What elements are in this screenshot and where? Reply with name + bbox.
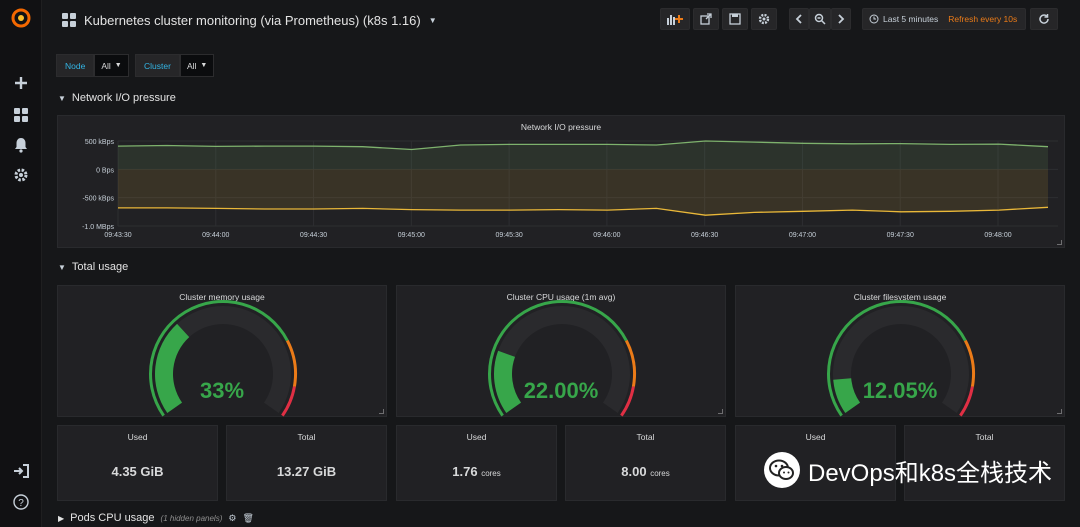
variable-cluster-label: Cluster bbox=[135, 54, 180, 77]
wechat-logo-icon bbox=[764, 452, 800, 488]
variable-node-select[interactable]: All ▼ bbox=[94, 54, 129, 77]
trash-icon[interactable]: 🗑 bbox=[242, 513, 253, 524]
row-total-usage[interactable]: ▼ Total usage bbox=[58, 261, 128, 273]
network-chart[interactable]: 500 kBps 0 Bps -500 kBps -1.0 MBps09:43:30 0… bbox=[58, 116, 1064, 247]
add-panel-button[interactable] bbox=[660, 8, 690, 30]
dashboards-icon bbox=[62, 13, 76, 27]
dashboard-title-text: Kubernetes cluster monitoring (via Prome… bbox=[84, 12, 421, 28]
watermark: DevOps和k8s全栈技术 bbox=[764, 452, 1052, 488]
save-button[interactable] bbox=[722, 8, 748, 30]
variable-cluster-select[interactable]: All ▼ bbox=[179, 54, 215, 77]
x-tick-label: 09:48:00 bbox=[984, 232, 1011, 239]
caret-down-icon: ▼ bbox=[114, 62, 122, 69]
cpu-total-stat: Total 8.00 cores bbox=[565, 425, 726, 501]
chevron-right-icon: ▶ bbox=[58, 513, 65, 523]
grafana-logo-icon[interactable] bbox=[11, 8, 31, 28]
stat-label[interactable]: Total bbox=[566, 432, 725, 442]
caret-down-icon: ▼ bbox=[200, 62, 208, 69]
x-tick-label: 09:47:30 bbox=[887, 232, 914, 239]
svg-text:?: ? bbox=[18, 498, 24, 509]
gear-icon[interactable] bbox=[11, 165, 31, 185]
chevron-down-icon: ▼ bbox=[58, 93, 66, 103]
memory-gauge-panel: Cluster memory usage 33% bbox=[57, 285, 387, 417]
x-tick-label: 09:45:30 bbox=[495, 232, 522, 239]
x-tick-label: 09:47:00 bbox=[789, 232, 816, 239]
stat-value: 4.35 GiB bbox=[111, 464, 164, 479]
stat-value: 13.27 GiB bbox=[276, 464, 337, 479]
time-range-label: Last 5 minutes bbox=[883, 14, 939, 24]
chevron-down-icon: ▼ bbox=[58, 262, 66, 272]
y-tick-label: 0 Bps bbox=[96, 167, 114, 174]
resize-handle[interactable] bbox=[1057, 240, 1062, 245]
x-tick-label: 09:44:30 bbox=[300, 232, 327, 239]
memory-gauge-value: 33% bbox=[199, 378, 245, 403]
refresh-button[interactable] bbox=[1030, 8, 1058, 30]
help-icon[interactable]: ? bbox=[11, 492, 31, 512]
clock-icon bbox=[869, 14, 879, 24]
time-back-button[interactable] bbox=[789, 8, 809, 30]
dashboard-navbar: Kubernetes cluster monitoring (via Prome… bbox=[42, 0, 1080, 40]
filesystem-gauge-value: 12.05% bbox=[862, 378, 938, 403]
resize-handle[interactable] bbox=[718, 409, 723, 414]
zoom-out-button[interactable] bbox=[809, 8, 831, 30]
variable-cluster: Cluster All ▼ bbox=[135, 54, 215, 77]
bell-icon[interactable] bbox=[11, 135, 31, 155]
row-total-usage-title: Total usage bbox=[71, 261, 129, 273]
x-tick-label: 09:46:00 bbox=[593, 232, 620, 239]
y-tick-label: -500 kBps bbox=[82, 196, 114, 203]
x-tick-label: 09:43:30 bbox=[104, 232, 131, 239]
x-tick-label: 09:44:00 bbox=[202, 232, 229, 239]
variable-node-label: Node bbox=[56, 54, 95, 77]
filesystem-gauge-panel: Cluster filesystem usage 12.05% bbox=[735, 285, 1065, 417]
cpu-gauge-value: 22.00% bbox=[523, 378, 599, 403]
dashboard-title[interactable]: Kubernetes cluster monitoring (via Prome… bbox=[62, 10, 437, 30]
memory-used-stat: Used 4.35 GiB bbox=[57, 425, 218, 501]
variable-cluster-value: All bbox=[186, 60, 197, 71]
series-area bbox=[118, 141, 1048, 170]
stat-label[interactable]: Total bbox=[905, 432, 1064, 442]
caret-down-icon: ▼ bbox=[428, 15, 437, 25]
stat-label[interactable]: Total bbox=[227, 432, 386, 442]
variable-node-value: All bbox=[101, 60, 111, 71]
stat-label[interactable]: Used bbox=[58, 432, 217, 442]
variable-node: Node All ▼ bbox=[56, 54, 129, 77]
time-forward-button[interactable] bbox=[831, 8, 851, 30]
watermark-text: DevOps和k8s全栈技术 bbox=[808, 459, 1053, 487]
x-tick-label: 09:45:00 bbox=[398, 232, 425, 239]
stat-value: 1.76 cores bbox=[452, 464, 501, 479]
cpu-gauge-panel: Cluster CPU usage (1m avg) 22.00% bbox=[396, 285, 726, 417]
time-picker[interactable]: Last 5 minutes Refresh every 10s bbox=[862, 8, 1026, 30]
y-tick-label: -1.0 MBps bbox=[82, 224, 114, 231]
gear-icon[interactable]: ⚙ bbox=[228, 513, 236, 524]
memory-total-stat: Total 13.27 GiB bbox=[226, 425, 387, 501]
row-network[interactable]: ▼ Network I/O pressure bbox=[58, 92, 176, 104]
dashboards-icon[interactable] bbox=[11, 105, 31, 125]
x-tick-label: 09:46:30 bbox=[691, 232, 718, 239]
settings-button[interactable] bbox=[751, 8, 777, 30]
sign-in-icon[interactable] bbox=[11, 461, 31, 481]
stat-value: 8.00 cores bbox=[621, 464, 670, 479]
main-area: Kubernetes cluster monitoring (via Prome… bbox=[42, 0, 1080, 527]
row-network-title: Network I/O pressure bbox=[71, 92, 176, 104]
row-pods-cpu[interactable]: ▶ Pods CPU usage (1 hidden panels) ⚙ 🗑 bbox=[58, 512, 254, 524]
y-tick-label: 500 kBps bbox=[85, 139, 115, 146]
stat-label[interactable]: Used bbox=[736, 432, 895, 442]
side-menu: ? bbox=[0, 0, 42, 527]
resize-handle[interactable] bbox=[379, 409, 384, 414]
resize-handle[interactable] bbox=[1057, 409, 1062, 414]
network-panel: Network I/O pressure 500 kBps 0 Bps -500 k… bbox=[57, 115, 1065, 248]
share-button[interactable] bbox=[693, 8, 719, 30]
refresh-interval-label: Refresh every 10s bbox=[948, 14, 1018, 24]
stat-label[interactable]: Used bbox=[397, 432, 556, 442]
cpu-used-stat: Used 1.76 cores bbox=[396, 425, 557, 501]
hidden-panels-count: (1 hidden panels) bbox=[160, 513, 223, 523]
row-pods-title: Pods CPU usage bbox=[70, 512, 155, 524]
plus-icon[interactable] bbox=[11, 73, 31, 93]
